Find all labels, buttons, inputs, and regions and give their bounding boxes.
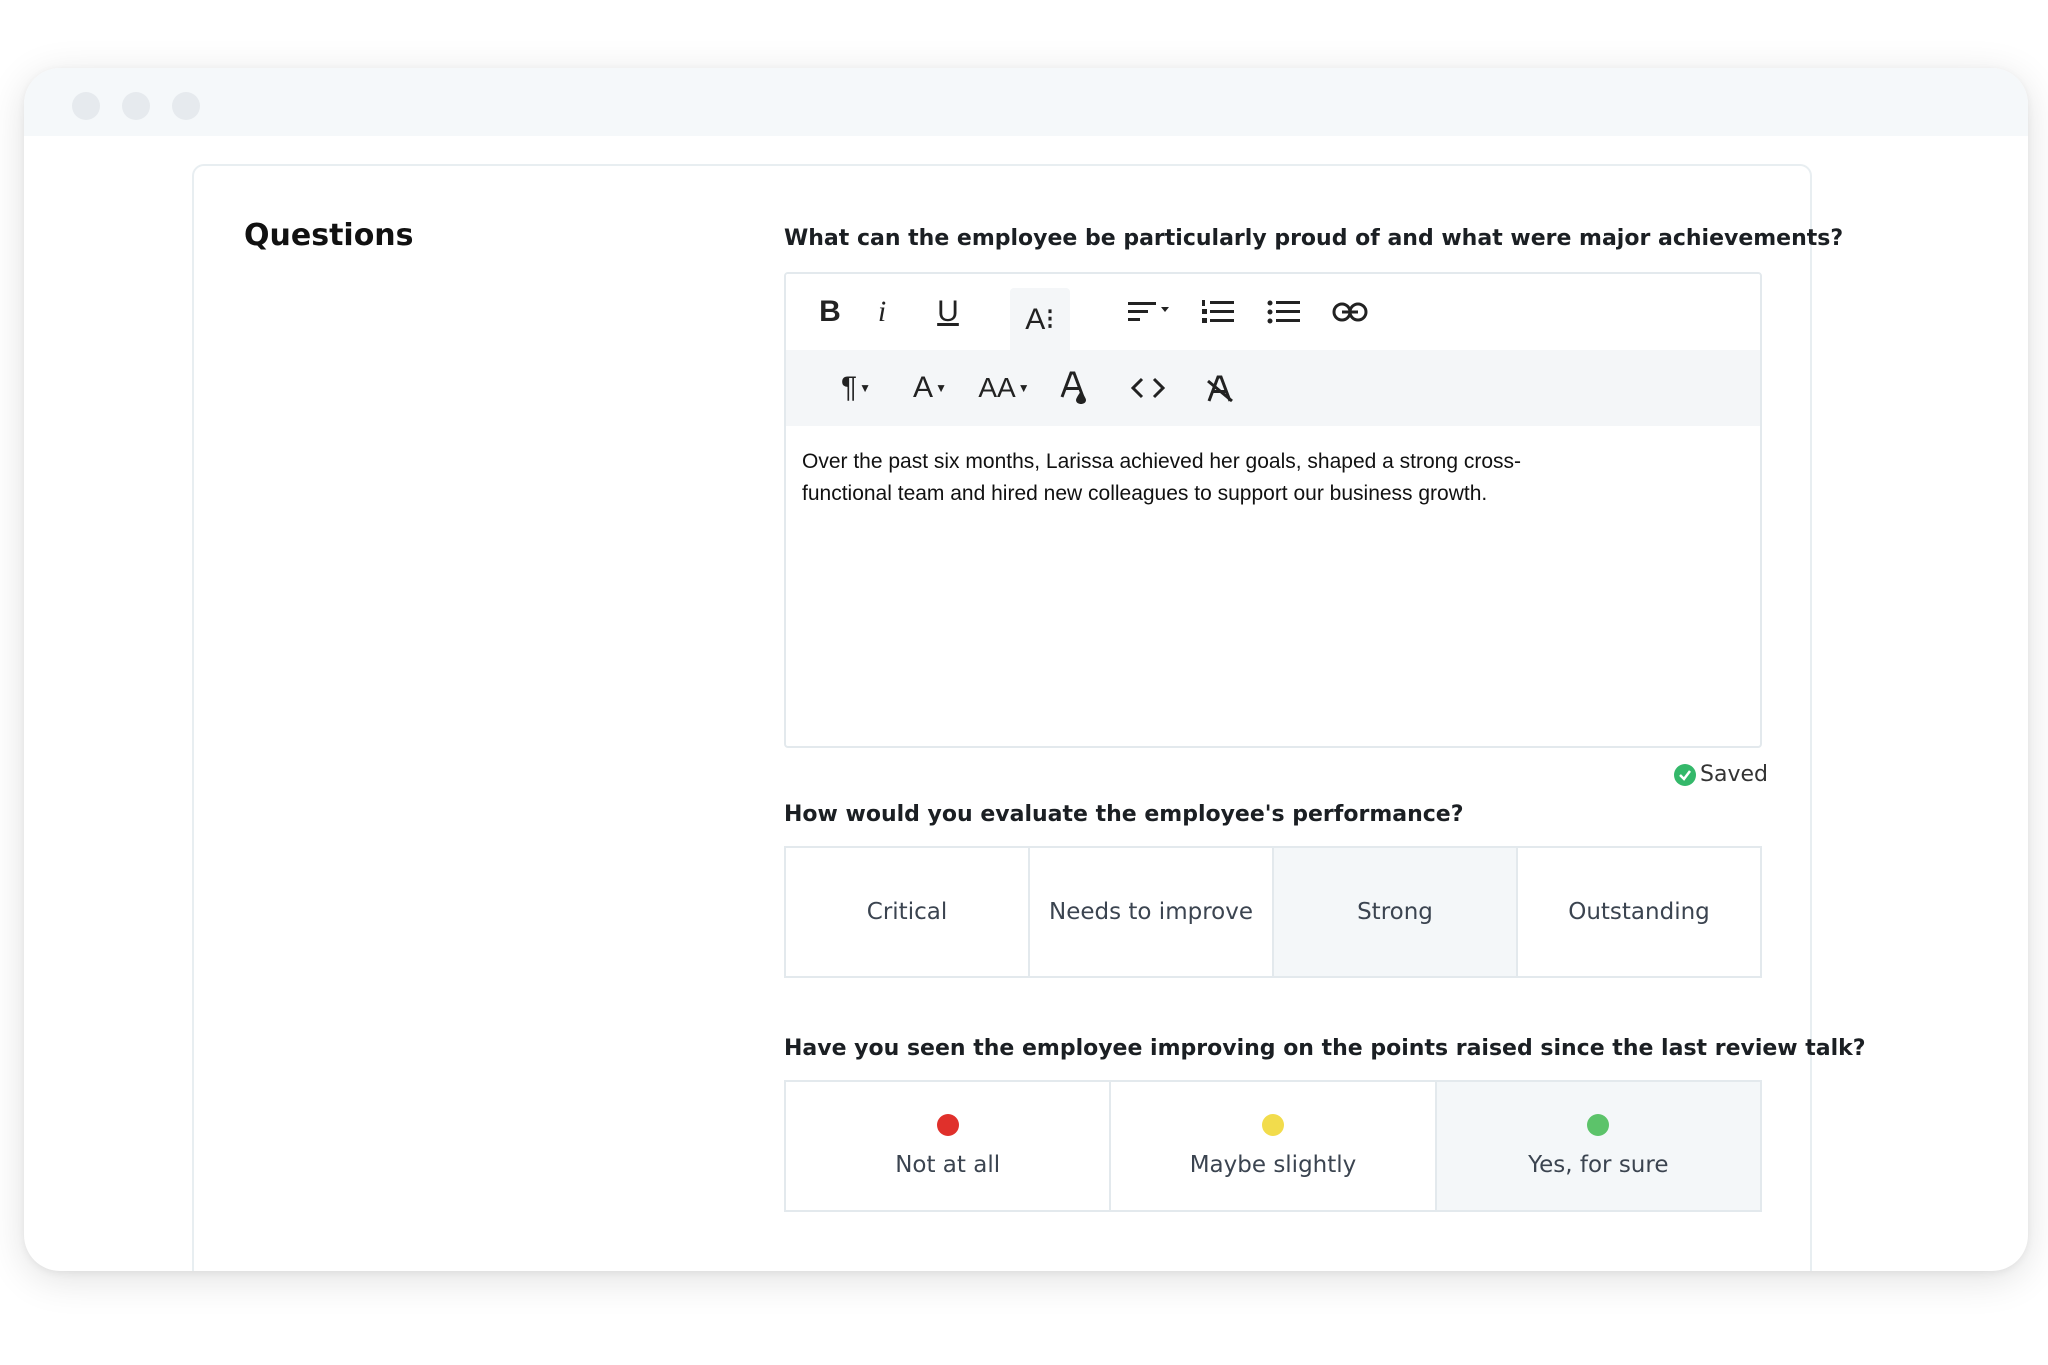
question-2-label: How would you evaluate the employee's pe… bbox=[784, 802, 1464, 827]
font-family-icon[interactable]: A ▼ bbox=[904, 360, 956, 416]
editor-content[interactable]: Over the past six months, Larissa achiev… bbox=[802, 446, 1662, 510]
bold-icon[interactable]: B bbox=[806, 284, 854, 340]
align-icon[interactable] bbox=[1122, 284, 1178, 340]
editor-text-line: functional team and hired new colleagues… bbox=[802, 482, 1488, 505]
green-dot-icon bbox=[1587, 1114, 1610, 1136]
text-color-icon[interactable] bbox=[1050, 360, 1098, 416]
yellow-dot-icon bbox=[1261, 1114, 1284, 1136]
editor-toolbar-row-2: ¶ ▼ A ▼ AA ▼ bbox=[786, 350, 1760, 426]
underline-icon[interactable]: U bbox=[924, 284, 972, 340]
question-1-label: What can the employee be particularly pr… bbox=[784, 226, 1844, 251]
window-dot bbox=[122, 92, 150, 120]
editor-text-line: Over the past six months, Larissa achiev… bbox=[802, 450, 1522, 473]
saved-status: Saved bbox=[1674, 762, 1768, 787]
unordered-list-icon[interactable] bbox=[1260, 284, 1308, 340]
rich-text-editor: B i U A⁝ ¶ ▼ A ▼ AA ▼ Over the past six … bbox=[784, 272, 1762, 748]
check-circle-icon bbox=[1674, 763, 1696, 786]
font-size-icon[interactable]: A⁝ bbox=[1010, 288, 1070, 350]
rating-option-critical[interactable]: Critical bbox=[786, 848, 1030, 976]
questions-card: Questions What can the employee be parti… bbox=[192, 164, 1866, 1271]
rating-option-strong[interactable]: Strong bbox=[1274, 848, 1518, 976]
ordered-list-icon[interactable] bbox=[1194, 284, 1242, 340]
italic-icon[interactable]: i bbox=[858, 284, 906, 340]
window-dot bbox=[172, 92, 200, 120]
window-titlebar bbox=[24, 68, 2028, 136]
clear-formatting-icon[interactable] bbox=[1196, 360, 1244, 416]
performance-rating: Critical Needs to improve Strong Outstan… bbox=[784, 846, 1762, 978]
section-title: Questions bbox=[244, 218, 414, 253]
improvement-option-yes-for-sure[interactable]: Yes, for sure bbox=[1436, 1082, 1760, 1210]
editor-toolbar-row-1: B i U A⁝ bbox=[786, 274, 1760, 350]
paragraph-format-icon[interactable]: ¶ ▼ bbox=[830, 360, 882, 416]
improvement-rating: Not at all Maybe slightly Yes, for sure bbox=[784, 1080, 1762, 1212]
rating-option-outstanding[interactable]: Outstanding bbox=[1518, 848, 1760, 976]
font-size-dropdown-icon[interactable]: AA ▼ bbox=[974, 360, 1034, 416]
code-view-icon[interactable] bbox=[1122, 360, 1174, 416]
red-dot-icon bbox=[936, 1114, 959, 1136]
improvement-option-maybe-slightly[interactable]: Maybe slightly bbox=[1111, 1082, 1437, 1210]
browser-window: Questions What can the employee be parti… bbox=[24, 68, 2028, 1271]
saved-label: Saved bbox=[1700, 762, 1768, 787]
rating-option-needs-to-improve[interactable]: Needs to improve bbox=[1030, 848, 1274, 976]
improvement-option-not-at-all[interactable]: Not at all bbox=[786, 1082, 1112, 1210]
window-dot bbox=[72, 92, 100, 120]
question-3-label: Have you seen the employee improving on … bbox=[784, 1036, 1866, 1061]
link-icon[interactable] bbox=[1326, 284, 1374, 340]
